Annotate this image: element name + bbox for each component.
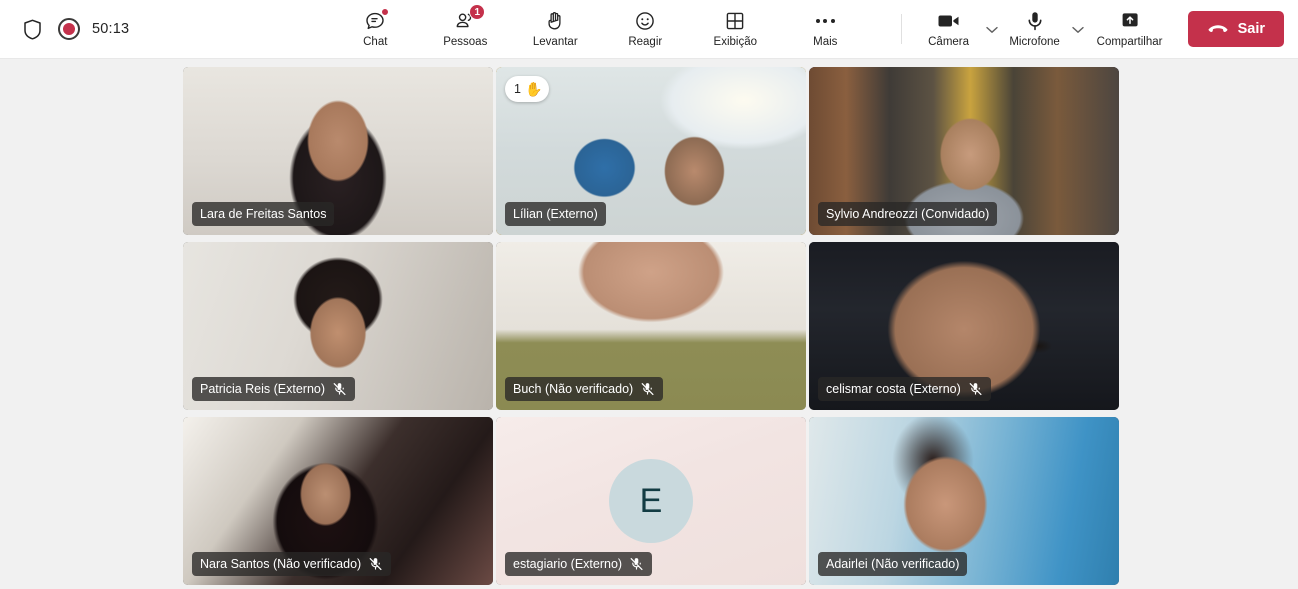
toolbar-center-cluster: Chat 1 Pessoas Levantar Reagir Exibição … <box>300 3 901 55</box>
participant-tile[interactable]: Sylvio Andreozzi (Convidado) <box>809 67 1119 235</box>
participant-tile[interactable]: Buch (Não verificado) <box>496 242 806 410</box>
participant-tile[interactable]: 1 ✋ Lílian (Externo) <box>496 67 806 235</box>
camera-chevron-down-icon[interactable] <box>982 3 1002 55</box>
camera-button[interactable]: Câmera <box>916 3 982 55</box>
avatar-initial: E <box>609 459 693 543</box>
participant-name-pill: Buch (Não verificado) <box>505 377 664 401</box>
smiley-react-icon <box>633 9 657 33</box>
raised-hand-icon: ✋ <box>524 81 543 97</box>
microphone-muted-icon <box>968 382 983 397</box>
share-label: Compartilhar <box>1096 36 1163 48</box>
toolbar-right-cluster: Câmera Microfone Compartilhar Sair <box>900 3 1298 55</box>
video-stage: Lara de Freitas Santos 1 ✋ Lílian (Externo)… <box>0 59 1298 589</box>
participant-name: estagiario (Externo) <box>513 557 623 571</box>
people-count-badge: 1 <box>469 4 486 20</box>
toolbar-divider <box>900 14 902 44</box>
microphone-muted-icon <box>640 382 655 397</box>
camera-label: Câmera <box>928 36 970 48</box>
view-label: Exibição <box>713 36 758 48</box>
participant-name-pill: Nara Santos (Não verificado) <box>192 552 392 576</box>
more-button[interactable]: Mais <box>792 3 858 55</box>
microphone-button[interactable]: Microfone <box>1002 3 1068 55</box>
camera-group: Câmera <box>916 3 1002 55</box>
microphone-label: Microfone <box>1009 36 1060 48</box>
leave-button[interactable]: Sair <box>1187 11 1284 47</box>
raise-hand-icon <box>543 9 567 33</box>
microphone-group: Microfone <box>1002 3 1088 55</box>
microphone-icon <box>1023 9 1047 33</box>
teams-meeting-window: 50:13 Chat 1 Pessoas Levantar Reagir Exi… <box>0 0 1298 589</box>
share-button[interactable]: Compartilhar <box>1088 3 1172 55</box>
share-screen-icon <box>1118 9 1142 33</box>
participant-tile[interactable]: Nara Santos (Não verificado) <box>183 417 493 585</box>
shield-icon[interactable] <box>20 17 44 41</box>
participant-name: Buch (Não verificado) <box>513 382 634 396</box>
participant-grid: Lara de Freitas Santos 1 ✋ Lílian (Externo)… <box>183 67 1128 589</box>
microphone-muted-icon <box>629 557 644 572</box>
view-button[interactable]: Exibição <box>702 3 768 55</box>
raised-hand-count: 1 <box>514 82 521 96</box>
participant-tile[interactable]: Lara de Freitas Santos <box>183 67 493 235</box>
hangup-phone-icon <box>1207 23 1229 36</box>
chat-unread-dot <box>381 8 390 16</box>
raised-hand-badge: 1 ✋ <box>505 76 550 102</box>
microphone-muted-icon <box>332 382 347 397</box>
participant-name-pill: celismar costa (Externo) <box>818 377 991 401</box>
chat-button[interactable]: Chat <box>342 3 408 55</box>
participant-name-pill: Adairlei (Não verificado) <box>818 552 968 576</box>
participant-name-pill: Patricia Reis (Externo) <box>192 377 356 401</box>
participant-name-pill: estagiario (Externo) <box>505 552 653 576</box>
participant-tile[interactable]: Patricia Reis (Externo) <box>183 242 493 410</box>
participant-name: celismar costa (Externo) <box>826 382 961 396</box>
participant-name: Lara de Freitas Santos <box>200 207 327 221</box>
participant-tile[interactable]: Eestagiario (Externo) <box>496 417 806 585</box>
grid-view-icon <box>723 9 747 33</box>
participant-name-pill: Lílian (Externo) <box>505 202 606 226</box>
chat-label: Chat <box>363 36 388 48</box>
participant-tile[interactable]: celismar costa (Externo) <box>809 242 1119 410</box>
recording-timer: 50:13 <box>92 21 130 37</box>
raise-hand-label: Levantar <box>532 36 578 48</box>
microphone-chevron-down-icon[interactable] <box>1068 3 1088 55</box>
more-label: Mais <box>813 36 838 48</box>
participant-name: Patricia Reis (Externo) <box>200 382 326 396</box>
people-label: Pessoas <box>443 36 488 48</box>
participant-name: Nara Santos (Não verificado) <box>200 557 362 571</box>
camera-icon <box>936 9 962 33</box>
participant-name: Lílian (Externo) <box>513 207 598 221</box>
meeting-toolbar: 50:13 Chat 1 Pessoas Levantar Reagir Exi… <box>0 0 1298 59</box>
more-ellipsis-icon <box>815 9 835 33</box>
people-icon: 1 <box>453 4 486 33</box>
toolbar-left-cluster: 50:13 <box>0 17 300 41</box>
react-button[interactable]: Reagir <box>612 3 678 55</box>
participant-tile[interactable]: Adairlei (Não verificado) <box>809 417 1119 585</box>
participant-name: Adairlei (Não verificado) <box>826 557 960 571</box>
microphone-muted-icon <box>368 557 383 572</box>
participant-name-pill: Sylvio Andreozzi (Convidado) <box>818 202 998 226</box>
participant-name: Sylvio Andreozzi (Convidado) <box>826 207 990 221</box>
raise-hand-button[interactable]: Levantar <box>522 3 588 55</box>
react-label: Reagir <box>628 36 663 48</box>
record-dot-icon <box>58 18 80 40</box>
leave-button-label: Sair <box>1237 21 1265 37</box>
chat-bubble-icon <box>363 8 390 33</box>
participant-name-pill: Lara de Freitas Santos <box>192 202 335 226</box>
people-button[interactable]: 1 Pessoas <box>432 3 498 55</box>
recording-indicator: 50:13 <box>58 18 129 40</box>
